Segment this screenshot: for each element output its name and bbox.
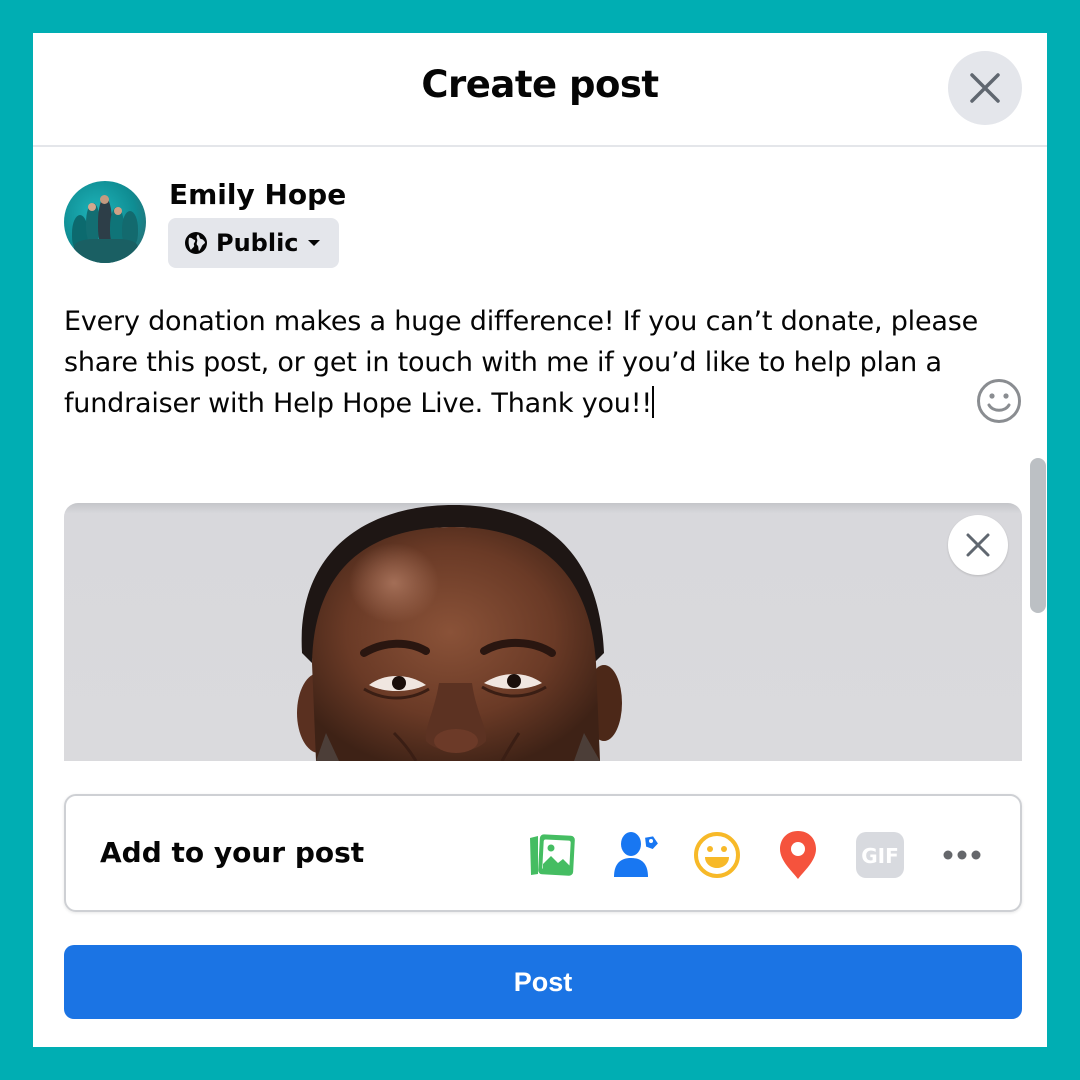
svg-text:GIF: GIF [861, 844, 899, 868]
location-pin-icon [780, 831, 816, 879]
add-to-post-label: Add to your post [100, 836, 365, 869]
add-to-post-panel: Add to your post GIF [64, 794, 1022, 912]
tag-people-icon [614, 832, 658, 877]
gif-icon: GIF [856, 832, 904, 878]
emoji-picker-button[interactable] [976, 378, 1022, 424]
author-name: Emily Hope [169, 178, 347, 211]
check-in-button[interactable] [772, 829, 824, 881]
avatar[interactable] [64, 181, 146, 263]
tag-people-button[interactable] [610, 829, 662, 881]
dialog-title: Create post [421, 63, 659, 106]
gif-button[interactable]: GIF [854, 829, 906, 881]
attached-photo [64, 503, 1022, 761]
globe-icon [185, 232, 207, 254]
audience-label: Public [216, 229, 299, 257]
photo-icon [530, 834, 575, 876]
remove-photo-button[interactable] [948, 515, 1008, 575]
close-dialog-button[interactable] [948, 51, 1022, 125]
close-icon [966, 533, 990, 557]
post-text-content: Every donation makes a huge difference! … [64, 306, 979, 419]
feeling-icon [694, 832, 740, 878]
text-caret [651, 386, 654, 418]
audience-selector[interactable]: Public [168, 218, 339, 268]
close-icon [970, 73, 1000, 103]
create-post-dialog: Create post Emily Hope Public Every dona… [33, 33, 1047, 1047]
dialog-header: Create post [33, 33, 1047, 147]
feeling-activity-button[interactable] [691, 829, 743, 881]
post-button[interactable]: Post [64, 945, 1022, 1019]
photo-video-button[interactable] [526, 829, 578, 881]
post-text-input[interactable]: Every donation makes a huge difference! … [64, 301, 994, 424]
caret-down-icon [307, 240, 320, 246]
more-icon [943, 850, 981, 860]
smiley-icon [977, 379, 1021, 423]
more-options-button[interactable] [936, 829, 988, 881]
scrollbar-thumb[interactable] [1030, 458, 1046, 613]
